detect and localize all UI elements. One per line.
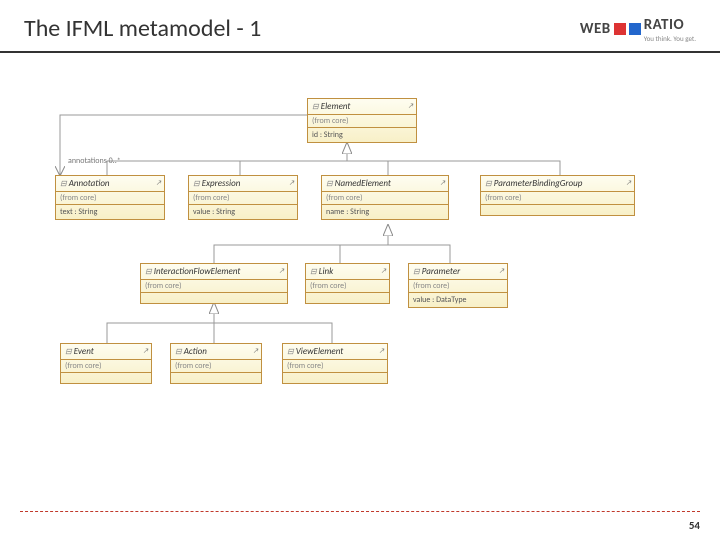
- class-annotation: ⊟Annotation ↗ (from core) text : String: [55, 175, 165, 220]
- class-icon: ⊟: [310, 267, 317, 277]
- logo-ratio: RATIO: [644, 16, 684, 34]
- class-package: (from core): [306, 280, 389, 293]
- class-parameter: ⊟Parameter ↗ (from core) value : DataType: [408, 263, 508, 308]
- annotation-multiplicity: annotations 0..*: [68, 156, 121, 166]
- class-package: (from core): [141, 280, 287, 293]
- link-icon: ↗: [143, 346, 149, 355]
- page-title: The IFML metamodel - 1: [24, 14, 261, 43]
- class-name: ParameterBindingGroup: [494, 178, 583, 189]
- class-namedelement: ⊟NamedElement ↗ (from core) name : String: [321, 175, 449, 220]
- link-icon: ↗: [440, 178, 446, 187]
- class-parameterbindinggroup: ⊟ParameterBindingGroup ↗ (from core): [480, 175, 635, 216]
- class-icon: ⊟: [485, 179, 492, 189]
- uml-diagram: ⊟Element↗ (from core) id : String annota…: [0, 53, 720, 483]
- class-name: Annotation: [69, 178, 110, 189]
- link-icon: ↗: [499, 266, 505, 275]
- class-name: InteractionFlowElement: [154, 266, 241, 277]
- link-icon: ↗: [408, 101, 414, 110]
- link-icon: ↗: [381, 266, 387, 275]
- class-attr: value : DataType: [409, 293, 507, 307]
- link-icon: ↗: [156, 178, 162, 187]
- class-attr: name : String: [322, 205, 448, 219]
- footer-divider: [20, 511, 700, 512]
- class-attr: text : String: [56, 205, 164, 219]
- class-name: Element: [321, 101, 351, 112]
- link-icon: ↗: [379, 346, 385, 355]
- class-icon: ⊟: [326, 179, 333, 189]
- class-attr: value : String: [189, 205, 297, 219]
- logo-tagline: You think. You get.: [644, 34, 696, 43]
- class-viewelement: ⊟ViewElement ↗ (from core): [282, 343, 388, 384]
- class-icon: ⊟: [175, 347, 182, 357]
- class-package: (from core): [56, 192, 164, 205]
- class-name: Event: [74, 346, 94, 357]
- class-element: ⊟Element ↗ (from core) id : String: [307, 98, 417, 143]
- page-number: 54: [689, 519, 700, 532]
- logo: WEB RATIO You think. You get.: [580, 15, 696, 43]
- header: The IFML metamodel - 1 WEB RATIO You thi…: [0, 0, 720, 53]
- class-package: (from core): [308, 115, 416, 128]
- logo-cube-red-icon: [614, 23, 626, 35]
- class-name: ViewElement: [296, 346, 344, 357]
- class-icon: ⊟: [413, 267, 420, 277]
- class-attr: [61, 373, 151, 383]
- class-icon: ⊟: [193, 179, 200, 189]
- logo-web: WEB: [580, 20, 611, 38]
- class-interactionflowelement: ⊟InteractionFlowElement ↗ (from core): [140, 263, 288, 304]
- class-name: Action: [184, 346, 207, 357]
- class-package: (from core): [283, 360, 387, 373]
- class-package: (from core): [61, 360, 151, 373]
- class-attr: [306, 293, 389, 303]
- class-package: (from core): [481, 192, 634, 205]
- class-icon: ⊟: [60, 179, 67, 189]
- link-icon: ↗: [626, 178, 632, 187]
- link-icon: ↗: [289, 178, 295, 187]
- class-package: (from core): [322, 192, 448, 205]
- class-package: (from core): [189, 192, 297, 205]
- class-icon: ⊟: [145, 267, 152, 277]
- logo-cube-blue-icon: [629, 23, 641, 35]
- link-icon: ↗: [279, 266, 285, 275]
- class-attr: [171, 373, 261, 383]
- class-name: Expression: [202, 178, 241, 189]
- class-link: ⊟Link ↗ (from core): [305, 263, 390, 304]
- class-icon: ⊟: [287, 347, 294, 357]
- class-attr: [141, 293, 287, 303]
- class-attr: id : String: [308, 128, 416, 142]
- class-attr: [283, 373, 387, 383]
- class-action: ⊟Action ↗ (from core): [170, 343, 262, 384]
- class-name: NamedElement: [335, 178, 391, 189]
- class-package: (from core): [171, 360, 261, 373]
- link-icon: ↗: [253, 346, 259, 355]
- class-package: (from core): [409, 280, 507, 293]
- class-icon: ⊟: [65, 347, 72, 357]
- class-name: Link: [319, 266, 334, 277]
- class-expression: ⊟Expression ↗ (from core) value : String: [188, 175, 298, 220]
- class-name: Parameter: [422, 266, 461, 277]
- class-icon: ⊟: [312, 102, 319, 112]
- class-event: ⊟Event ↗ (from core): [60, 343, 152, 384]
- class-attr: [481, 205, 634, 215]
